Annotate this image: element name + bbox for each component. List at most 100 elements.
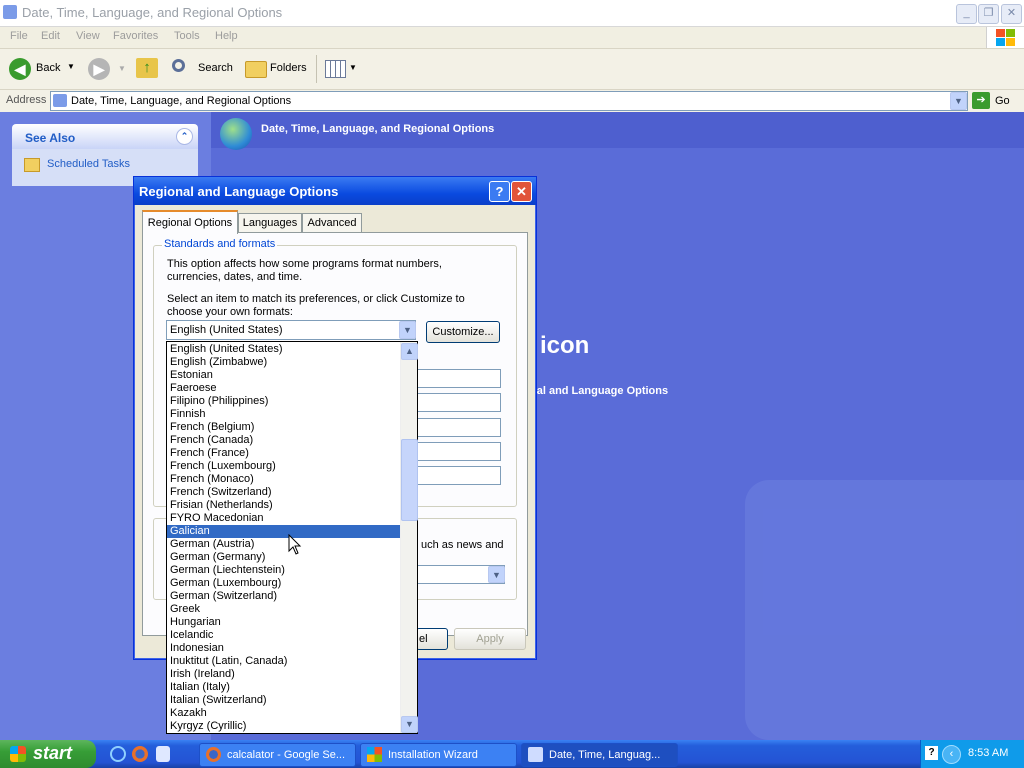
menu-tools[interactable]: Tools xyxy=(174,30,200,42)
dropdown-option[interactable]: French (Canada) xyxy=(167,434,400,447)
dropdown-option[interactable]: German (Switzerland) xyxy=(167,590,400,603)
search-button[interactable]: Search xyxy=(168,56,236,82)
help-tray-icon[interactable]: ? xyxy=(925,746,938,760)
format-dropdown-icon[interactable]: ▼ xyxy=(399,321,416,339)
menu-help[interactable]: Help xyxy=(215,30,238,42)
task-google-search[interactable]: calcalator - Google Se... xyxy=(199,743,356,767)
windows-logo-icon xyxy=(986,27,1024,48)
go-arrow-icon: ➔ xyxy=(972,92,990,109)
dropdown-option[interactable]: German (Liechtenstein) xyxy=(167,564,400,577)
tab-languages[interactable]: Languages xyxy=(238,213,302,232)
sample-field-3 xyxy=(413,418,501,437)
dropdown-option[interactable]: Hungarian xyxy=(167,616,400,629)
dropdown-option[interactable]: Finnish xyxy=(167,408,400,421)
window-titlebar: Date, Time, Language, and Regional Optio… xyxy=(0,0,1024,27)
dropdown-option[interactable]: Icelandic xyxy=(167,629,400,642)
dropdown-option[interactable]: Frisian (Netherlands) xyxy=(167,499,400,512)
close-button[interactable]: ✕ xyxy=(1001,4,1022,24)
menu-favorites[interactable]: Favorites xyxy=(113,30,158,42)
dropdown-option[interactable]: Italian (Switzerland) xyxy=(167,694,400,707)
dropdown-option[interactable]: English (Zimbabwe) xyxy=(167,356,400,369)
dropdown-option[interactable]: Indonesian xyxy=(167,642,400,655)
dropdown-option[interactable]: Galician xyxy=(167,525,400,538)
cancel-button[interactable]: el xyxy=(416,628,448,650)
collapse-chevron-icon[interactable]: ⌃ xyxy=(176,128,193,145)
location-select[interactable]: ▼ xyxy=(413,565,505,584)
firefox-quicklaunch-icon[interactable] xyxy=(132,746,148,762)
forward-arrow-icon[interactable]: ▶ xyxy=(88,58,110,80)
tray-expand-icon[interactable]: ‹ xyxy=(942,745,961,764)
dialog-close-button[interactable]: ✕ xyxy=(511,181,532,202)
task-installation-wizard[interactable]: Installation Wizard xyxy=(360,743,517,767)
toolbar-separator xyxy=(316,55,317,83)
mouse-cursor-icon xyxy=(288,534,302,555)
tab-advanced[interactable]: Advanced xyxy=(302,213,362,232)
scroll-down-icon[interactable]: ▼ xyxy=(401,716,418,733)
tab-regional-options[interactable]: Regional Options xyxy=(142,210,238,234)
views-button[interactable]: ▼ xyxy=(322,58,358,80)
scheduled-tasks-icon xyxy=(24,158,40,172)
back-button[interactable]: ◀ Back ▼ xyxy=(6,56,78,82)
see-also-item-scheduled-tasks[interactable]: Scheduled Tasks xyxy=(24,157,194,173)
address-label: Address xyxy=(6,94,47,106)
see-also-header[interactable]: See Also ⌃ xyxy=(12,124,198,149)
dialog-titlebar: Regional and Language Options ? ✕ xyxy=(134,177,536,205)
go-button[interactable]: ➔ Go xyxy=(972,91,1020,110)
dropdown-option[interactable]: German (Luxembourg) xyxy=(167,577,400,590)
scroll-thumb[interactable] xyxy=(401,439,418,521)
minimize-button[interactable]: _ xyxy=(956,4,977,24)
window-title: Date, Time, Language, and Regional Optio… xyxy=(22,5,283,20)
menu-view[interactable]: View xyxy=(76,30,100,42)
menu-edit[interactable]: Edit xyxy=(41,30,60,42)
standards-group-label: Standards and formats xyxy=(162,238,278,250)
format-select[interactable]: English (United States) ▼ xyxy=(166,320,416,340)
go-label: Go xyxy=(995,95,1010,107)
sample-field-2 xyxy=(413,393,501,412)
dropdown-scrollbar[interactable]: ▲ ▼ xyxy=(400,342,418,733)
dropdown-option[interactable]: Greek xyxy=(167,603,400,616)
dropdown-option[interactable]: Kazakh xyxy=(167,707,400,720)
address-dropdown-icon[interactable]: ▼ xyxy=(950,92,967,110)
start-button[interactable]: start xyxy=(0,740,96,768)
dropdown-option[interactable]: Filipino (Philippines) xyxy=(167,395,400,408)
toolbar: ◀ Back ▼ ▶ ▼ ↑ Search Folders ▼ xyxy=(0,49,1024,90)
task-date-time[interactable]: Date, Time, Languag... xyxy=(521,743,678,767)
scroll-up-icon[interactable]: ▲ xyxy=(401,343,418,360)
dropdown-option[interactable]: French (France) xyxy=(167,447,400,460)
dropdown-option[interactable]: French (Belgium) xyxy=(167,421,400,434)
dropdown-option[interactable]: French (Luxembourg) xyxy=(167,460,400,473)
dropdown-option[interactable]: German (Germany) xyxy=(167,551,400,564)
dropdown-option[interactable]: German (Austria) xyxy=(167,538,400,551)
see-also-title: See Also xyxy=(25,131,76,145)
forward-dropdown-icon[interactable]: ▼ xyxy=(118,64,126,73)
media-quicklaunch-icon[interactable] xyxy=(156,746,170,762)
dropdown-option[interactable]: Italian (Italy) xyxy=(167,681,400,694)
format-instructions: Select an item to match its preferences,… xyxy=(167,293,465,318)
dialog-title: Regional and Language Options xyxy=(139,184,339,199)
help-button[interactable]: ? xyxy=(489,181,510,202)
dropdown-option[interactable]: Irish (Ireland) xyxy=(167,668,400,681)
dropdown-options: English (United States) English (Zimbabwe… xyxy=(167,342,400,733)
location-dropdown-icon[interactable]: ▼ xyxy=(488,566,505,583)
ie-quicklaunch-icon[interactable] xyxy=(110,746,126,762)
folders-button[interactable]: Folders xyxy=(242,56,312,82)
maximize-button[interactable]: ❐ xyxy=(978,4,999,24)
customize-button[interactable]: Customize... xyxy=(426,321,500,343)
dropdown-option[interactable]: English (United States) xyxy=(167,343,400,356)
control-panel-icon xyxy=(53,94,67,107)
dropdown-option[interactable]: Inuktitut (Latin, Canada) xyxy=(167,655,400,668)
dropdown-option[interactable]: Kyrgyz (Cyrillic) xyxy=(167,720,400,733)
folders-label: Folders xyxy=(270,62,307,74)
dropdown-option[interactable]: French (Monaco) xyxy=(167,473,400,486)
views-icon xyxy=(325,60,346,78)
dropdown-option[interactable]: Estonian xyxy=(167,369,400,382)
format-description: This option affects how some programs fo… xyxy=(167,258,442,283)
dropdown-option[interactable]: FYRO Macedonian xyxy=(167,512,400,525)
menu-file[interactable]: File xyxy=(10,30,28,42)
regional-options-link[interactable]: nal and Language Options xyxy=(530,385,668,397)
up-folder-icon[interactable]: ↑ xyxy=(136,58,158,78)
dropdown-option[interactable]: French (Switzerland) xyxy=(167,486,400,499)
address-input[interactable]: Date, Time, Language, and Regional Optio… xyxy=(50,91,968,111)
apply-button[interactable]: Apply xyxy=(454,628,526,650)
dropdown-option[interactable]: Faeroese xyxy=(167,382,400,395)
